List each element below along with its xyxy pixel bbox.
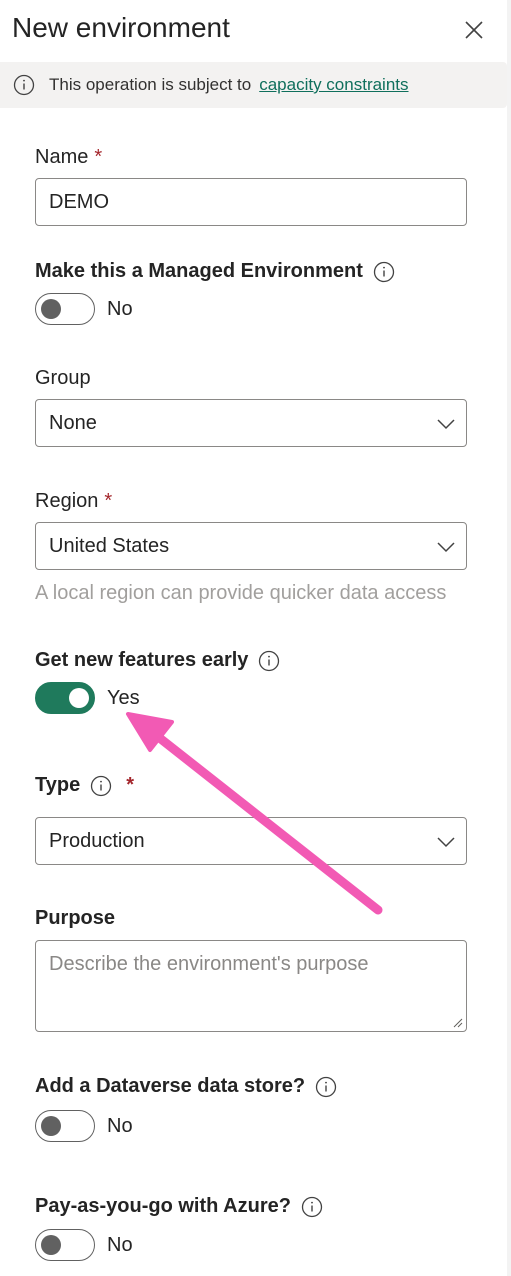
- managed-environment-label-text: Make this a Managed Environment: [35, 260, 363, 282]
- required-mark: *: [104, 490, 113, 512]
- type-label: Type *: [35, 774, 134, 797]
- type-dropdown[interactable]: Production: [35, 817, 467, 865]
- managed-environment-state: No: [107, 298, 133, 320]
- resize-grip-icon[interactable]: [451, 1016, 463, 1028]
- region-label-text: Region: [35, 490, 99, 512]
- dataverse-label-text: Add a Dataverse data store?: [35, 1075, 306, 1097]
- info-icon[interactable]: [258, 650, 280, 672]
- payg-label: Pay-as-you-go with Azure?: [35, 1195, 323, 1218]
- required-mark: *: [126, 774, 134, 796]
- info-icon[interactable]: [90, 775, 112, 797]
- payg-state: No: [107, 1234, 133, 1256]
- region-label: Region *: [35, 490, 112, 513]
- info-icon[interactable]: [315, 1076, 337, 1098]
- purpose-label-text: Purpose: [35, 907, 116, 929]
- region-hint: A local region can provide quicker data …: [35, 582, 447, 604]
- panel-title: New environment: [12, 12, 230, 43]
- group-label-text: Group: [35, 367, 91, 389]
- name-input[interactable]: DEMO: [35, 178, 467, 226]
- panel-edge: [507, 0, 511, 1276]
- toggle-knob: [41, 1116, 61, 1136]
- group-dropdown[interactable]: None: [35, 399, 467, 447]
- early-features-label: Get new features early: [35, 649, 280, 672]
- type-selected-value: Production: [49, 829, 145, 852]
- close-button[interactable]: [458, 14, 490, 46]
- close-icon: [465, 21, 483, 39]
- name-label-text: Name: [35, 146, 89, 168]
- group-selected-value: None: [49, 411, 97, 434]
- chevron-down-icon: [437, 419, 455, 430]
- managed-environment-toggle[interactable]: [35, 293, 95, 325]
- dataverse-toggle[interactable]: [35, 1110, 95, 1142]
- early-features-toggle[interactable]: [35, 682, 95, 714]
- toggle-knob: [69, 688, 89, 708]
- region-dropdown[interactable]: United States: [35, 522, 467, 570]
- capacity-notice-banner: This operation is subject to capacity co…: [0, 62, 507, 108]
- payg-label-text: Pay-as-you-go with Azure?: [35, 1195, 291, 1217]
- info-icon[interactable]: [301, 1196, 323, 1218]
- type-label-text: Type: [35, 774, 81, 796]
- dataverse-state: No: [107, 1115, 133, 1137]
- info-icon[interactable]: [373, 261, 395, 283]
- toggle-knob: [41, 1235, 61, 1255]
- purpose-label: Purpose: [35, 907, 115, 930]
- name-label: Name *: [35, 146, 102, 169]
- purpose-placeholder: Describe the environment's purpose: [49, 953, 369, 975]
- notice-text: This operation is subject to: [49, 75, 252, 94]
- new-environment-panel: New environment This operation is subjec…: [0, 0, 507, 1276]
- info-icon: [13, 74, 35, 96]
- region-selected-value: United States: [49, 534, 170, 557]
- group-label: Group: [35, 367, 91, 390]
- payg-toggle[interactable]: [35, 1229, 95, 1261]
- managed-environment-label: Make this a Managed Environment: [35, 260, 395, 283]
- capacity-constraints-link[interactable]: capacity constraints: [259, 75, 408, 95]
- chevron-down-icon: [437, 837, 455, 848]
- dataverse-label: Add a Dataverse data store?: [35, 1075, 337, 1098]
- early-features-state: Yes: [107, 687, 140, 709]
- chevron-down-icon: [437, 542, 455, 553]
- toggle-knob: [41, 299, 61, 319]
- name-input-value: DEMO: [49, 190, 109, 213]
- purpose-textarea[interactable]: Describe the environment's purpose: [35, 940, 467, 1032]
- early-features-label-text: Get new features early: [35, 649, 249, 671]
- required-mark: *: [94, 146, 103, 168]
